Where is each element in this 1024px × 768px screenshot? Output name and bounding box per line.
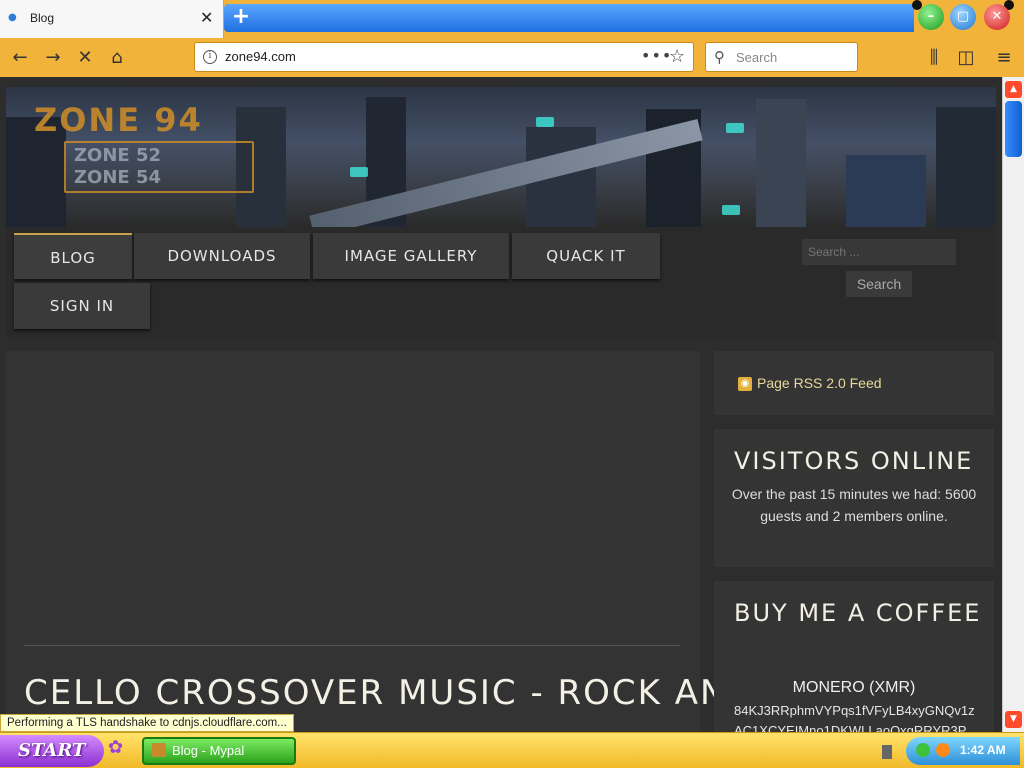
library-icon[interactable]: ⫼ bbox=[922, 46, 946, 70]
forward-button[interactable]: → bbox=[41, 46, 65, 70]
status-bar: Performing a TLS handshake to cdnjs.clou… bbox=[0, 714, 294, 732]
taskbar-item-browser[interactable]: Blog - Mypal bbox=[142, 737, 296, 765]
minimize-button[interactable]: – bbox=[918, 4, 944, 30]
page-viewport: ZONE 94 ZONE 52 ZONE 54 BLOG DOWNLOADS I… bbox=[0, 77, 1002, 732]
rss-icon: ◉ bbox=[738, 377, 752, 391]
scroll-up-icon[interactable]: ▲ bbox=[1005, 81, 1022, 98]
building-shape bbox=[936, 107, 996, 227]
close-window-button[interactable]: ✕ bbox=[984, 4, 1010, 30]
stop-button[interactable]: ✕ bbox=[73, 46, 97, 70]
maximize-button[interactable]: ▢ bbox=[950, 4, 976, 30]
scroll-thumb[interactable] bbox=[1005, 101, 1022, 157]
sidebar-icon[interactable]: ◫ bbox=[954, 46, 978, 70]
post-title[interactable]: CELLO CROSSOVER MUSIC - ROCK AND bbox=[24, 673, 756, 713]
back-button[interactable]: ← bbox=[8, 46, 32, 70]
taskbar: START ✿ Blog - Mypal 1:42 AM bbox=[0, 732, 1024, 768]
volume-icon[interactable] bbox=[936, 743, 950, 757]
menu-item-quack-it[interactable]: QUACK IT bbox=[512, 233, 660, 279]
divider bbox=[24, 645, 680, 646]
hologram-shape bbox=[536, 117, 554, 127]
browser-search-placeholder: Search bbox=[736, 50, 778, 65]
page-favicon-icon: ● bbox=[8, 12, 17, 23]
site-search-input[interactable] bbox=[802, 239, 956, 265]
bookmark-star-icon[interactable]: ☆ bbox=[669, 46, 685, 67]
tab-active[interactable]: ● Blog ✕ bbox=[0, 0, 224, 38]
search-icon: ⚲ bbox=[714, 48, 725, 66]
browser-search-box[interactable]: ⚲ Search bbox=[705, 42, 858, 72]
visitors-text: Over the past 15 minutes we had: 5600 gu… bbox=[731, 486, 977, 524]
tab-close-icon[interactable]: ✕ bbox=[200, 8, 213, 27]
clock[interactable]: 1:42 AM bbox=[960, 743, 1006, 757]
network-icon[interactable] bbox=[916, 743, 930, 757]
logo-sub-line-2: ZONE 54 bbox=[74, 167, 162, 188]
logo-sub-line-1: ZONE 52 bbox=[74, 145, 162, 166]
site-menu: BLOG DOWNLOADS IMAGE GALLERY QUACK IT SI… bbox=[6, 227, 996, 339]
tab-bar: ● Blog ✕ + – ▢ ✕ bbox=[0, 0, 1024, 40]
url-text[interactable]: zone94.com bbox=[225, 49, 296, 64]
hologram-shape bbox=[722, 205, 740, 215]
taskbar-item-label: Blog - Mypal bbox=[172, 743, 245, 758]
coin-address[interactable]: 84KJ3RRphmVYPqs1fVFyLB4xyGNQv1zAC1XCYEIM… bbox=[734, 701, 979, 732]
browser-app-icon bbox=[152, 743, 166, 757]
coffee-title: BUY ME A COFFEE bbox=[734, 599, 982, 627]
building-shape bbox=[846, 155, 926, 227]
hologram-shape bbox=[726, 123, 744, 133]
visitors-title: VISITORS ONLINE bbox=[734, 447, 974, 475]
menu-item-downloads[interactable]: DOWNLOADS bbox=[134, 233, 310, 279]
address-bar[interactable]: i zone94.com ••• ☆ bbox=[194, 42, 694, 72]
menu-icon[interactable]: ≡ bbox=[992, 46, 1016, 70]
tab-title: Blog bbox=[30, 11, 55, 25]
site-logo-sub: ZONE 52 ZONE 54 bbox=[64, 141, 254, 193]
tab-strip bbox=[224, 4, 914, 32]
system-tray: 1:42 AM bbox=[906, 737, 1020, 765]
visitors-widget: VISITORS ONLINE Over the past 15 minutes… bbox=[714, 429, 994, 567]
vertical-scrollbar[interactable]: ▲ ▼ bbox=[1002, 77, 1024, 732]
new-tab-button[interactable]: + bbox=[229, 6, 253, 30]
site-logo[interactable]: ZONE 94 bbox=[34, 101, 203, 139]
tray-device-icon[interactable] bbox=[882, 745, 892, 759]
rss-feed-link[interactable]: Page RSS 2.0 Feed bbox=[757, 375, 882, 391]
page-actions-icon[interactable]: ••• bbox=[641, 46, 672, 65]
building-shape bbox=[756, 99, 806, 227]
site-search-button[interactable]: Search bbox=[846, 271, 912, 297]
main-content: CELLO CROSSOVER MUSIC - ROCK AND bbox=[6, 351, 754, 732]
rss-widget: ◉ Page RSS 2.0 Feed bbox=[714, 351, 994, 415]
site-info-icon[interactable]: i bbox=[203, 50, 217, 64]
scroll-down-icon[interactable]: ▼ bbox=[1005, 711, 1022, 728]
menu-item-blog[interactable]: BLOG bbox=[14, 233, 132, 279]
site-banner: ZONE 94 ZONE 52 ZONE 54 bbox=[6, 87, 996, 227]
home-button[interactable]: ⌂ bbox=[105, 46, 129, 70]
coin-label: MONERO (XMR) bbox=[792, 679, 916, 696]
menu-item-image-gallery[interactable]: IMAGE GALLERY bbox=[313, 233, 509, 279]
start-decoration-icon: ✿ bbox=[108, 737, 124, 758]
hologram-shape bbox=[350, 167, 368, 177]
navigation-toolbar: ← → ✕ ⌂ i zone94.com ••• ☆ ⚲ Search ⫼ ◫ … bbox=[0, 40, 1024, 77]
menu-item-sign-in[interactable]: SIGN IN bbox=[14, 283, 150, 329]
start-button[interactable]: START bbox=[0, 735, 104, 767]
coffee-widget: BUY ME A COFFEE MONERO (XMR) 84KJ3RRphmV… bbox=[714, 581, 994, 732]
